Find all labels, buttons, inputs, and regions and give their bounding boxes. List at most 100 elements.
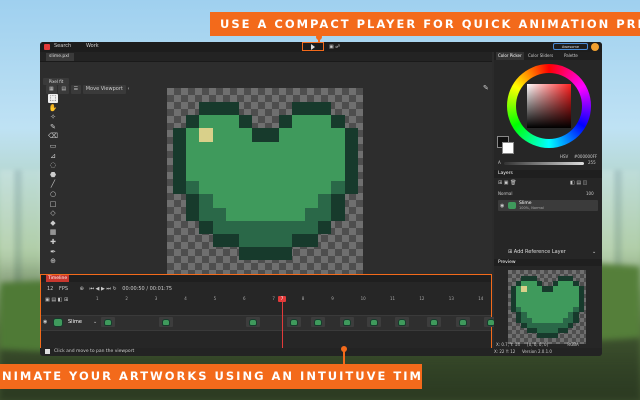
rect-select-icon[interactable]: ▭ bbox=[48, 142, 58, 151]
lasso-icon[interactable]: ◌ bbox=[48, 161, 58, 170]
magic-wand-icon[interactable]: ✧ bbox=[48, 113, 58, 122]
sprite-pixel bbox=[344, 141, 358, 155]
layer-item-slime[interactable]: ◉ Slime 100%, Normal bbox=[498, 200, 598, 211]
fps-value[interactable]: 12 bbox=[47, 286, 53, 292]
sprite-pixel bbox=[265, 154, 279, 168]
sprite-pixel bbox=[278, 141, 292, 155]
timeline-frame[interactable] bbox=[101, 317, 115, 327]
canvas-area[interactable]: Pixel fit ▦ ▤ ☰ Move Viewport ‹ ✎ ⬚ ✋ ✧ ✎ ⌫ ▭… bbox=[40, 62, 492, 286]
brush-icon[interactable]: ✒ bbox=[48, 248, 58, 257]
timeline-frame[interactable] bbox=[367, 317, 381, 327]
ruler-tick[interactable]: 13 bbox=[449, 296, 454, 301]
frame-thumbnail bbox=[430, 319, 438, 326]
ruler-tick[interactable]: 10 bbox=[361, 296, 366, 301]
tab-color-picker[interactable]: Color Picker bbox=[496, 52, 524, 60]
background-swatch[interactable] bbox=[502, 142, 514, 154]
timeline-layer-icons[interactable]: ▣ ▤ ◧ ⊞ bbox=[45, 297, 68, 303]
ruler-tick[interactable]: 12 bbox=[419, 296, 424, 301]
status-checkbox[interactable] bbox=[45, 349, 50, 354]
alpha-value[interactable]: 255 bbox=[588, 160, 596, 165]
chevron-down-icon[interactable]: ⌄ bbox=[592, 248, 596, 256]
menu-search[interactable]: Search bbox=[54, 43, 71, 49]
layer-opacity[interactable]: 100 bbox=[586, 190, 594, 197]
layer-blend-row[interactable]: Normal 100 bbox=[498, 190, 598, 197]
rectangle-icon[interactable]: □ bbox=[48, 200, 58, 209]
timeline-frame[interactable] bbox=[311, 317, 325, 327]
pencil-icon[interactable]: ✎ bbox=[48, 123, 58, 132]
sprite-pixel bbox=[278, 168, 292, 182]
blend-mode[interactable]: Normal bbox=[498, 191, 512, 196]
eyedropper-icon[interactable]: ✎ bbox=[483, 84, 489, 92]
timeline-frame[interactable] bbox=[395, 317, 409, 327]
sprite-pixel bbox=[305, 168, 319, 182]
layer-action-icons[interactable]: ⊞ ▣ 🗑︎ ◧ ▤ ◫ bbox=[498, 180, 587, 186]
hand-icon[interactable]: ✋ bbox=[48, 104, 58, 113]
sprite-pixel bbox=[199, 102, 213, 116]
line-icon[interactable]: ╱ bbox=[48, 180, 58, 189]
ruler-tick[interactable]: 5 bbox=[214, 296, 217, 301]
color-mode[interactable]: HSV bbox=[560, 154, 568, 159]
ruler-tick[interactable]: 8 bbox=[302, 296, 305, 301]
compact-player[interactable] bbox=[302, 42, 324, 51]
timeline-frame[interactable] bbox=[287, 317, 301, 327]
visibility-eye-icon[interactable]: ◉ bbox=[43, 319, 47, 325]
shape-icon[interactable]: ◇ bbox=[48, 209, 58, 218]
ruler-tick[interactable]: 9 bbox=[331, 296, 334, 301]
add-reference-layer-button[interactable]: ⊞ Add Reference Layer ⌄ bbox=[508, 248, 596, 256]
ruler-tick[interactable]: 4 bbox=[184, 296, 187, 301]
layer-menu-chevron-icon[interactable]: ⌄ bbox=[93, 319, 97, 325]
ruler-tick[interactable]: 7 bbox=[272, 296, 275, 301]
layer-visibility-icon[interactable]: ◉ bbox=[500, 203, 504, 209]
ruler-tick[interactable]: 6 bbox=[243, 296, 246, 301]
timeline-frame[interactable] bbox=[427, 317, 441, 327]
sprite-pixel bbox=[199, 207, 213, 221]
sprite-pixel bbox=[318, 207, 332, 221]
sprite-pixel bbox=[212, 115, 226, 129]
add-frame-icon[interactable]: ⊕ bbox=[80, 286, 84, 292]
transport-icons[interactable]: ⏮ ◀ ▶ ⏭ ↻ bbox=[89, 286, 116, 292]
sprite-pixel bbox=[331, 154, 345, 168]
sprite-pixel bbox=[318, 141, 332, 155]
menu-work[interactable]: Work bbox=[86, 43, 99, 49]
sprite-canvas[interactable] bbox=[167, 88, 363, 286]
picker-icon[interactable]: ✚ bbox=[48, 238, 58, 247]
play-icon[interactable] bbox=[311, 44, 315, 50]
ruler-tick[interactable]: 1 bbox=[96, 296, 99, 301]
saturation-value-square[interactable] bbox=[527, 84, 571, 128]
select-icon[interactable]: ⬚ bbox=[48, 94, 58, 103]
chevron-left-icon[interactable]: ‹ bbox=[127, 86, 129, 92]
layer-sub: 100%, Normal bbox=[519, 206, 544, 210]
timeline-ruler[interactable]: 1 2 3 4 5 6 7 8 9 10 11 12 13 14 bbox=[96, 296, 491, 302]
ruler-tick[interactable]: 11 bbox=[390, 296, 395, 301]
timeline-frame[interactable] bbox=[340, 317, 354, 327]
bucket-icon[interactable]: ⬣ bbox=[48, 171, 58, 180]
timeline-frame[interactable] bbox=[456, 317, 470, 327]
timeline-frame[interactable] bbox=[246, 317, 260, 327]
sprite-pixel bbox=[291, 234, 305, 248]
sprite-pixel bbox=[199, 141, 213, 155]
dither-icon[interactable]: ▦ bbox=[48, 228, 58, 237]
settings-icon[interactable]: ☰ bbox=[70, 85, 82, 94]
ruler-tick[interactable]: 2 bbox=[125, 296, 128, 301]
timeline-frame[interactable] bbox=[159, 317, 173, 327]
ruler-tick[interactable]: 14 bbox=[478, 296, 483, 301]
move-viewport-button[interactable]: Move Viewport bbox=[82, 85, 126, 94]
zoom-icon[interactable]: ⊕ bbox=[48, 257, 58, 266]
preview-mode[interactable]: RGBA bbox=[567, 342, 578, 347]
player-extra-icons[interactable]: ▣ ☍ bbox=[329, 44, 340, 50]
tab-color-sliders[interactable]: Color Sliders bbox=[526, 52, 555, 60]
app-logo-icon[interactable] bbox=[44, 44, 50, 50]
tab-palette[interactable]: Palette bbox=[562, 52, 580, 60]
frame-thumbnail bbox=[290, 319, 298, 326]
circle-icon[interactable]: ○ bbox=[48, 190, 58, 199]
supporter-badge[interactable]: Awesome Supporter bbox=[553, 43, 588, 56]
avatar[interactable] bbox=[591, 43, 599, 51]
eyedropper-icon[interactable]: ⊿ bbox=[48, 152, 58, 161]
file-tab[interactable]: slime.pxl bbox=[46, 53, 74, 61]
ruler-tick[interactable]: 3 bbox=[155, 296, 158, 301]
alpha-slider[interactable] bbox=[504, 162, 584, 165]
frame-thumbnail bbox=[398, 319, 406, 326]
fill-icon[interactable]: ◆ bbox=[48, 219, 58, 228]
eraser-icon[interactable]: ⌫ bbox=[48, 132, 58, 141]
hex-value[interactable]: #000000FF bbox=[574, 154, 597, 159]
